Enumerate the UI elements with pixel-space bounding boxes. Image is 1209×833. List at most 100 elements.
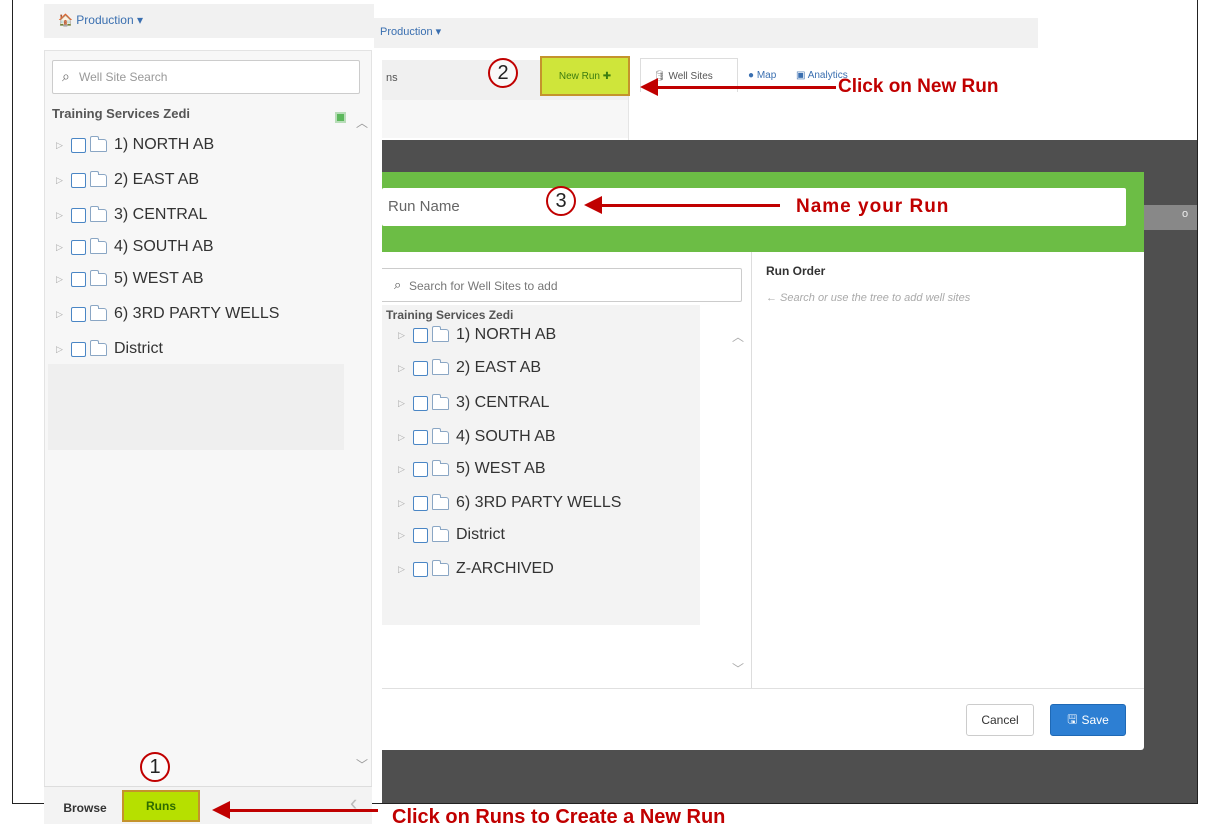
well-site-add-search-input[interactable]: ⌕ Search for Well Sites to add [382,268,742,302]
arrow-run-name-line [600,204,780,207]
checkbox[interactable] [413,429,428,445]
modal-tree-item-label: 3) CENTRAL [456,394,550,411]
run-name-placeholder: Run Name [388,198,460,215]
sidebar-tree-item-label: District [114,340,163,357]
folder-icon [431,459,449,476]
top-nav-left: 🏠 Production ▾ [44,4,374,38]
collapse-sidebar-icon[interactable]: ‹ [350,790,357,816]
folder-icon [89,304,107,321]
modal-tree-item-label: 6) 3RD PARTY WELLS [456,494,622,511]
expand-triangle-icon[interactable]: ▷ [56,309,65,320]
search-placeholder: Well Site Search [79,70,168,84]
modal-tree-item-label: 2) EAST AB [456,359,542,376]
sidebar-tree-item[interactable]: ▷ District [56,336,163,362]
sidebar-tree-item[interactable]: ▷ 6) 3RD PARTY WELLS [56,301,279,327]
checkbox[interactable] [71,271,86,287]
modal-tree-item[interactable]: ▷ 1) NORTH AB [398,322,556,348]
background-tab-label: o [1182,208,1189,220]
folder-icon [89,237,107,254]
tab-map[interactable]: ● Map [748,70,776,81]
checkbox[interactable] [413,360,428,376]
modal-tree-item[interactable]: ▷ 5) WEST AB [398,456,546,482]
step-1-marker: 1 [140,752,170,782]
scroll-up-icon[interactable]: ︿ [356,114,368,131]
sidebar-tree-item[interactable]: ▷ 2) EAST AB [56,167,199,193]
status-indicator-icon[interactable] [335,112,346,123]
modal-tree-item-label: Z-ARCHIVED [456,560,554,577]
run-order-title: Run Order [766,264,826,278]
checkbox[interactable] [71,306,86,322]
checkbox[interactable] [71,137,86,153]
modal-tree-item-label: 4) SOUTH AB [456,428,556,445]
background-tab-strip: o [1140,205,1197,230]
checkbox[interactable] [71,207,86,223]
scroll-up-icon[interactable]: ︿ [732,328,744,345]
scroll-down-icon[interactable]: ﹀ [732,660,744,677]
sidebar-tree-item-label: 6) 3RD PARTY WELLS [114,305,280,322]
arrow-runs-line [228,809,378,812]
folder-icon [89,135,107,152]
scroll-down-icon[interactable]: ﹀ [356,756,368,773]
new-run-button[interactable]: New Run ✚ [540,56,630,96]
folder-icon [431,358,449,375]
callout-new-run: Click on New Run [838,76,999,97]
modal-tree-item-label: 1) NORTH AB [456,326,557,343]
checkbox[interactable] [71,172,86,188]
sidebar-tree-item[interactable]: ▷ 1) NORTH AB [56,132,214,158]
callout-name-run: Name your Run [796,196,950,217]
save-button[interactable]: 🖫 Save [1050,704,1126,736]
modal-tree-item[interactable]: ▷ District [398,522,505,548]
expand-triangle-icon[interactable]: ▷ [56,175,65,186]
save-button-label: Save [1081,713,1109,727]
tab-map-label: Map [756,70,777,81]
run-name-input[interactable]: Run Name [382,188,1126,226]
checkbox[interactable] [413,327,428,343]
modal-tree-title: Training Services Zedi [386,308,514,322]
sidebar-tree-item[interactable]: ▷ 4) SOUTH AB [56,234,214,260]
modal-tree-item[interactable]: ▷ 4) SOUTH AB [398,424,556,450]
expand-triangle-icon[interactable]: ▷ [56,274,65,285]
expand-triangle-icon[interactable]: ▷ [398,363,407,374]
expand-triangle-icon[interactable]: ▷ [398,530,407,541]
folder-icon [431,393,449,410]
folder-icon [431,525,449,542]
checkbox[interactable] [413,461,428,477]
modal-tree-item[interactable]: ▷ 2) EAST AB [398,355,541,381]
tab-browse[interactable]: Browse [50,794,120,822]
expand-triangle-icon[interactable]: ▷ [398,564,407,575]
well-site-search-input[interactable]: ⌕ Well Site Search [52,60,360,94]
step-3-marker: 3 [546,186,576,216]
expand-triangle-icon[interactable]: ▷ [398,498,407,509]
checkbox[interactable] [413,561,428,577]
top-nav-right: Production ▾ [374,18,1038,48]
expand-triangle-icon[interactable]: ▷ [56,140,65,151]
folder-icon [89,170,107,187]
modal-tree-item[interactable]: ▷ Z-ARCHIVED [398,556,554,582]
floppy-disk-icon: 🖫 [1067,711,1078,726]
modal-tree-item-label: District [456,526,505,543]
sidebar-tree-item[interactable]: ▷ 5) WEST AB [56,266,204,292]
expand-triangle-icon[interactable]: ▷ [398,330,407,341]
sidebar-empty-area [48,364,344,450]
expand-triangle-icon[interactable]: ▷ [398,432,407,443]
expand-triangle-icon[interactable]: ▷ [398,398,407,409]
production-dropdown-secondary[interactable]: Production ▾ [380,25,441,38]
tab-runs[interactable]: Runs [122,790,200,822]
chart-icon: ▣ [796,70,806,81]
modal-tree-item[interactable]: ▷ 6) 3RD PARTY WELLS [398,490,621,516]
cancel-button[interactable]: Cancel [966,704,1034,736]
checkbox[interactable] [413,495,428,511]
production-dropdown[interactable]: 🏠 Production ▾ [58,13,143,27]
checkbox[interactable] [413,395,428,411]
modal-search-placeholder: Search for Well Sites to add [409,279,558,293]
folder-icon [431,325,449,342]
expand-triangle-icon[interactable]: ▷ [56,210,65,221]
checkbox[interactable] [71,341,86,357]
expand-triangle-icon[interactable]: ▷ [56,242,65,253]
checkbox[interactable] [413,527,428,543]
checkbox[interactable] [71,239,86,255]
expand-triangle-icon[interactable]: ▷ [398,464,407,475]
sidebar-tree-item[interactable]: ▷ 3) CENTRAL [56,202,207,228]
expand-triangle-icon[interactable]: ▷ [56,344,65,355]
modal-tree-item[interactable]: ▷ 3) CENTRAL [398,390,549,416]
